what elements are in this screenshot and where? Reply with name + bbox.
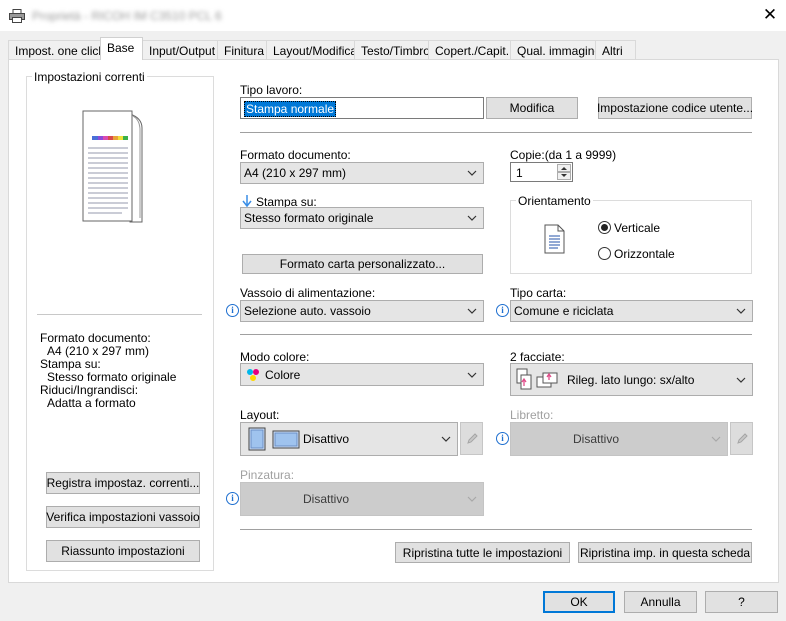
booklet-edit-button[interactable]	[730, 422, 753, 455]
settings-summary-button[interactable]: Riassunto impostazioni	[46, 540, 200, 562]
chevron-down-icon	[467, 496, 477, 502]
paper-type-select[interactable]: Comune e riciclata	[510, 300, 753, 322]
current-settings-title: Impostazioni correnti	[32, 70, 147, 84]
chevron-down-icon	[736, 377, 746, 383]
duplex-long-edge-icon	[516, 368, 558, 390]
arrow-down-icon	[561, 174, 567, 177]
print-on-select[interactable]: Stesso formato originale	[240, 207, 484, 229]
landscape-radio[interactable]	[598, 247, 611, 260]
chevron-down-icon	[467, 170, 477, 176]
window-title: Proprietà - RICOH IM C3510 PCL 6	[32, 9, 222, 23]
printer-icon	[9, 9, 25, 23]
paper-type-label: Tipo carta:	[510, 286, 567, 300]
close-icon[interactable]: ✕	[763, 5, 777, 24]
copies-up-button[interactable]	[557, 164, 571, 172]
duplex-value: Rileg. lato lungo: sx/alto	[567, 372, 695, 387]
summary-reduce-enlarge-value: Adatta a formato	[47, 396, 136, 410]
chevron-down-icon	[467, 215, 477, 221]
tab-other[interactable]: Altri	[595, 40, 636, 60]
color-dots-icon	[247, 369, 259, 381]
chevron-down-icon	[467, 308, 477, 314]
layout-edit-button[interactable]	[460, 422, 483, 455]
tab-layout-edit[interactable]: Layout/Modifica	[266, 40, 357, 60]
input-tray-select[interactable]: Selezione auto. vassoio	[240, 300, 484, 322]
print-on-value: Stesso formato originale	[244, 211, 374, 225]
help-button[interactable]: ?	[705, 591, 778, 613]
input-tray-value: Selezione auto. vassoio	[244, 304, 371, 318]
copies-label: Copie:(da 1 a 9999)	[510, 148, 617, 162]
separator-1	[240, 132, 752, 133]
tab-input-output[interactable]: Input/Output	[142, 40, 218, 60]
color-mode-label: Modo colore:	[240, 350, 310, 364]
portrait-label[interactable]: Verticale	[614, 221, 660, 235]
booklet-label: Libretto:	[510, 408, 554, 422]
check-tray-button[interactable]: Verifica impostazioni vassoio	[46, 506, 200, 528]
pencil-icon	[466, 432, 478, 444]
layout-select[interactable]: Disattivo	[240, 422, 458, 456]
paper-type-value: Comune e riciclata	[514, 304, 614, 318]
cancel-button[interactable]: Annulla	[624, 591, 697, 613]
tab-covers[interactable]: Copert./Capit.	[428, 40, 511, 60]
document-size-label: Formato documento:	[240, 148, 351, 162]
tab-base[interactable]: Base	[100, 37, 143, 60]
custom-paper-button[interactable]: Formato carta personalizzato...	[242, 254, 483, 274]
landscape-label[interactable]: Orizzontale	[614, 247, 675, 261]
chevron-down-icon	[736, 308, 746, 314]
tab-strip: Impost. one click Base Input/Output Fini…	[0, 37, 786, 60]
color-mode-value: Colore	[265, 367, 301, 382]
document-size-value: A4 (210 x 297 mm)	[244, 166, 347, 180]
info-icon[interactable]: i	[226, 304, 239, 317]
staple-label: Pinzatura:	[240, 468, 295, 482]
ok-button[interactable]: OK	[543, 591, 615, 613]
document-preview-icon	[82, 110, 143, 223]
user-code-button[interactable]: Impostazione codice utente...	[597, 97, 753, 119]
settings-summary: Formato documento: A4 (210 x 297 mm) Sta…	[40, 332, 176, 410]
orientation-title: Orientamento	[516, 194, 593, 208]
portrait-radio[interactable]	[598, 221, 611, 234]
close-button[interactable]: ✕	[758, 4, 782, 26]
input-tray-label: Vassoio di alimentazione:	[240, 286, 376, 300]
arrow-up-icon	[561, 167, 567, 170]
tab-one-click[interactable]: Impost. one click	[8, 40, 104, 60]
chevron-down-icon	[467, 372, 477, 378]
duplex-label: 2 facciate:	[510, 350, 565, 364]
color-mode-select[interactable]: Colore	[240, 363, 484, 386]
copies-value: 1	[516, 166, 523, 180]
info-icon[interactable]: i	[226, 492, 239, 505]
summary-separator	[37, 314, 202, 315]
booklet-value: Disattivo	[573, 432, 620, 446]
reset-all-button[interactable]: Ripristina tutte le impostazioni	[395, 542, 570, 563]
staple-select[interactable]: Disattivo	[240, 482, 484, 516]
copies-down-button[interactable]	[557, 172, 571, 180]
info-icon[interactable]: i	[496, 304, 509, 317]
pencil-icon	[736, 432, 748, 444]
chevron-down-icon	[441, 436, 451, 442]
job-type-input[interactable]: Stampa normale	[240, 97, 484, 119]
booklet-select[interactable]: Disattivo	[510, 422, 728, 456]
tab-text-stamp[interactable]: Testo/Timbro	[354, 40, 430, 60]
register-settings-button[interactable]: Registra impostaz. correnti...	[46, 472, 200, 494]
separator-3	[240, 529, 752, 530]
modify-job-button[interactable]: Modifica	[486, 97, 578, 119]
tab-finishing[interactable]: Finitura	[217, 40, 267, 60]
document-size-select[interactable]: A4 (210 x 297 mm)	[240, 162, 484, 184]
layout-label: Layout:	[240, 408, 280, 422]
tab-image-quality[interactable]: Qual. immagine	[510, 40, 601, 60]
reset-tab-button[interactable]: Ripristina imp. in questa scheda	[578, 542, 752, 563]
job-type-label: Tipo lavoro:	[240, 83, 303, 97]
staple-value: Disattivo	[303, 492, 350, 506]
duplex-select[interactable]: Rileg. lato lungo: sx/alto	[510, 363, 753, 396]
job-type-value[interactable]: Stampa normale	[244, 101, 337, 117]
chevron-down-icon	[711, 436, 721, 442]
portrait-page-icon	[544, 224, 565, 254]
copies-input[interactable]: 1	[510, 162, 573, 182]
info-icon[interactable]: i	[496, 432, 509, 445]
arrow-down-blue-icon	[242, 195, 252, 208]
layout-value: Disattivo	[303, 432, 350, 446]
layout-pages-icon	[248, 427, 300, 451]
title-bar: Proprietà - RICOH IM C3510 PCL 6 ✕	[0, 0, 786, 31]
separator-2	[240, 334, 752, 335]
